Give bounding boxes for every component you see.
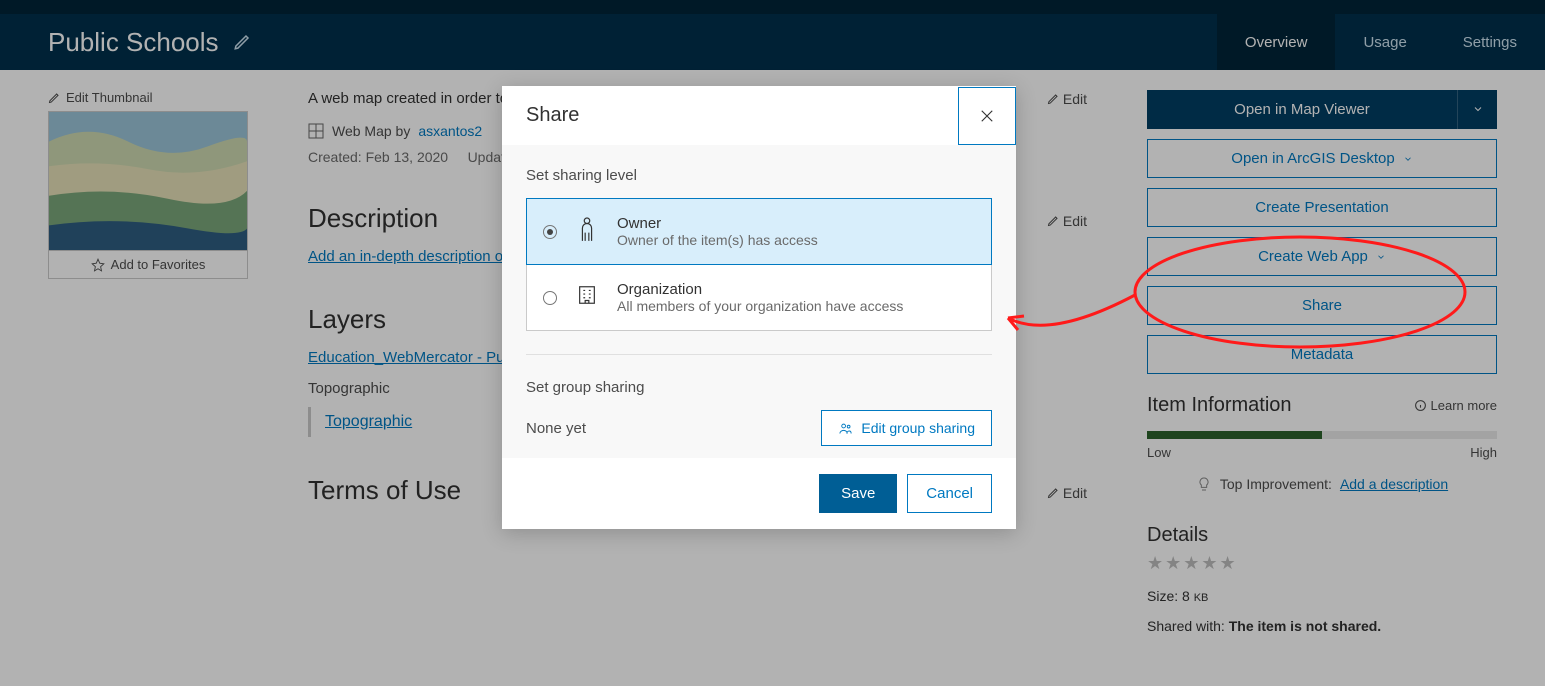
organization-option-title: Organization bbox=[617, 281, 903, 298]
close-icon bbox=[978, 107, 996, 125]
group-icon bbox=[838, 421, 853, 436]
building-icon bbox=[573, 283, 601, 312]
owner-option-title: Owner bbox=[617, 215, 818, 232]
set-sharing-level-label: Set sharing level bbox=[526, 167, 992, 184]
sharing-option-owner[interactable]: Owner Owner of the item(s) has access bbox=[526, 198, 992, 265]
dialog-title: Share bbox=[526, 104, 579, 127]
save-button[interactable]: Save bbox=[819, 474, 897, 513]
organization-option-subtitle: All members of your organization have ac… bbox=[617, 298, 903, 314]
dialog-close-button[interactable] bbox=[958, 87, 1016, 145]
group-sharing-none: None yet bbox=[526, 420, 586, 437]
owner-option-subtitle: Owner of the item(s) has access bbox=[617, 232, 818, 248]
person-icon bbox=[573, 216, 601, 247]
radio-organization[interactable] bbox=[543, 291, 557, 305]
cancel-button[interactable]: Cancel bbox=[907, 474, 992, 513]
set-group-sharing-label: Set group sharing bbox=[526, 379, 992, 396]
dialog-divider bbox=[526, 354, 992, 355]
sharing-option-organization[interactable]: Organization All members of your organiz… bbox=[526, 264, 992, 331]
share-dialog: Share Set sharing level Owner Owner of t… bbox=[502, 86, 1016, 529]
radio-owner[interactable] bbox=[543, 225, 557, 239]
edit-group-sharing-button[interactable]: Edit group sharing bbox=[821, 410, 992, 446]
